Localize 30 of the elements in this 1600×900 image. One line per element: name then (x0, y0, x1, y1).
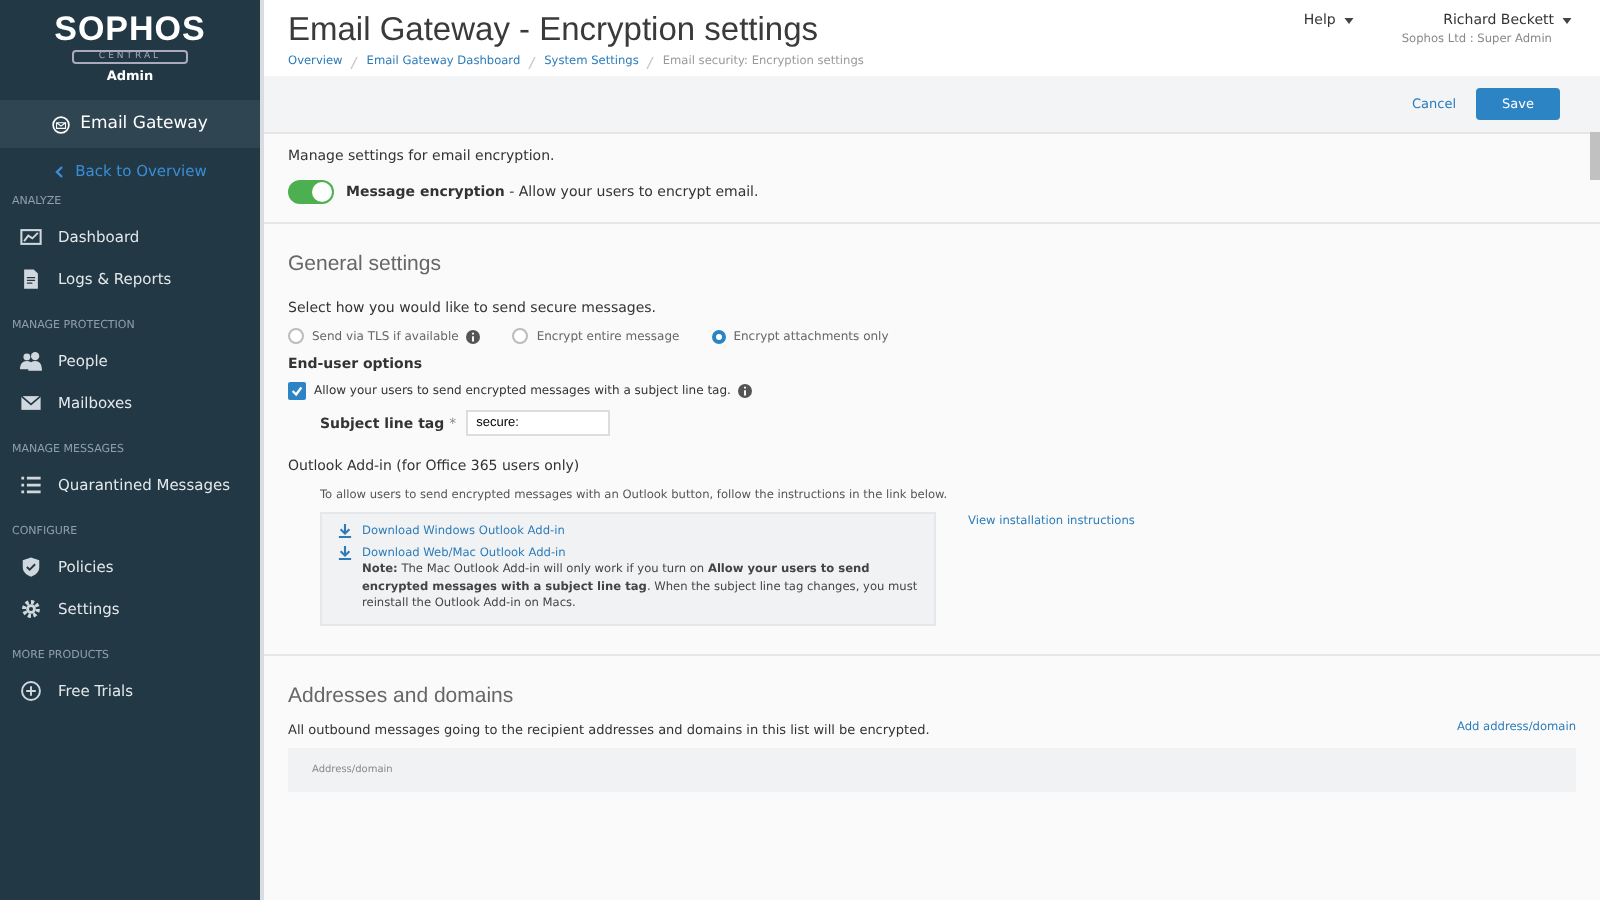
list-icon (20, 474, 42, 496)
slash-icon (528, 56, 537, 70)
radio-button[interactable] (512, 328, 529, 344)
product-header[interactable]: Email Gateway (0, 100, 260, 148)
plus-circle-icon (20, 680, 42, 702)
slash-icon (646, 56, 655, 70)
download-icon (338, 546, 352, 560)
radio-button[interactable] (711, 329, 726, 343)
section-heading: Addresses and domains (288, 684, 516, 709)
toggle-switch[interactable] (288, 180, 334, 204)
shield-icon (20, 556, 42, 578)
section-heading: General settings (288, 252, 443, 276)
slash-icon (350, 56, 359, 70)
info-icon[interactable] (466, 329, 481, 343)
logo: SOPHOS (54, 12, 206, 48)
scrollbar[interactable] (1590, 132, 1600, 180)
chevron-left-icon (53, 165, 64, 177)
page-title: Email Gateway - Encryption settings (288, 12, 821, 48)
envelope-icon (20, 392, 42, 414)
info-icon[interactable] (738, 384, 753, 398)
people-icon (20, 350, 42, 372)
envelope-icon (52, 115, 71, 133)
checkbox[interactable] (288, 382, 306, 400)
caret-icon (1562, 17, 1572, 24)
gear-icon (20, 598, 42, 620)
chart-icon (20, 226, 42, 248)
document-icon (20, 268, 42, 290)
radio-button[interactable] (288, 328, 304, 344)
caret-icon (1343, 17, 1354, 24)
download-icon (338, 524, 352, 538)
